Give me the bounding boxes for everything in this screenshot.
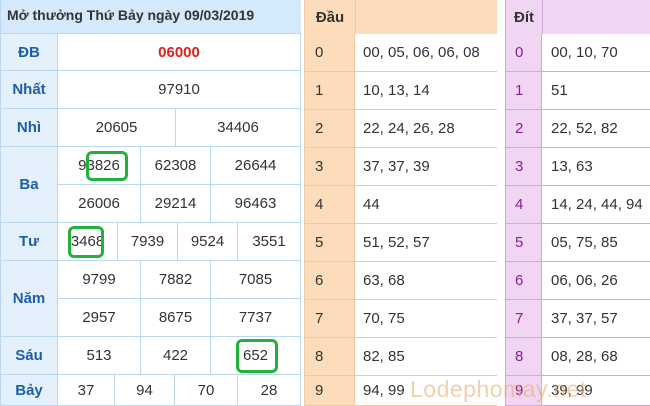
dau-header-label: Đầu [305,0,356,34]
label-bay: Bảy [1,375,58,406]
dau-values: 51, 52, 57 [355,224,497,262]
dau-key: 3 [305,148,355,186]
dit-values: 51 [542,72,650,110]
prize-nam-3: 7085 [211,261,301,299]
label-ba: Ba [1,147,58,223]
dau-values: 10, 13, 14 [355,72,497,110]
dit-key: 6 [506,262,542,300]
dau-key: 9 [305,376,355,406]
dit-values: 14, 24, 44, 94 [542,186,650,224]
dit-header-label: Đít [506,0,543,34]
dit-values: 06, 06, 26 [542,262,650,300]
prize-nam-2: 7882 [141,261,211,299]
prize-ba-2: 62308 [141,147,211,185]
highlight-box [68,226,104,258]
dit-values: 08, 28, 68 [542,338,650,376]
highlight-box [86,151,128,181]
dau-key: 8 [305,338,355,376]
dau-key: 2 [305,110,355,148]
prize-nhi-2: 34406 [176,109,301,147]
label-nam: Năm [1,261,58,337]
prize-db: 06000 [58,34,301,71]
dit-header: Đít [506,0,650,35]
label-nhat: Nhất [1,71,58,109]
dit-key: 8 [506,338,542,376]
dau-values: 70, 75 [355,300,497,338]
dit-values: 37, 37, 57 [542,300,650,338]
dau-key: 4 [305,186,355,224]
dau-values: 63, 68 [355,262,497,300]
prize-nam-5: 8675 [141,299,211,337]
prize-nam-4: 2957 [58,299,141,337]
dit-values: 13, 63 [542,148,650,186]
prize-nam-6: 7737 [211,299,301,337]
dau-key: 0 [305,34,355,72]
prize-sau-1: 513 [58,337,141,375]
dit-table: Đít 0 00, 10, 70 1 51 2 22, 52, 82 3 13,… [505,0,650,406]
dau-key: 5 [305,224,355,262]
dau-values: 22, 24, 26, 28 [355,110,497,148]
dau-key: 7 [305,300,355,338]
prize-ba-3: 26644 [211,147,301,185]
watermark: Lodephomay.net [410,376,587,402]
results-title: Mở thưởng Thứ Bảy ngày 09/03/2019 [1,0,301,34]
prize-sau-2: 422 [141,337,211,375]
dit-values: 22, 52, 82 [542,110,650,148]
prize-tu-3: 9524 [178,223,238,261]
dau-values: 00, 05, 06, 06, 08 [355,34,497,72]
label-tu: Tư [1,223,58,261]
dau-key: 1 [305,72,355,110]
dit-values: 00, 10, 70 [542,34,650,72]
dau-key: 6 [305,262,355,300]
dau-values: 44 [355,186,497,224]
dau-table: Đầu 0 00, 05, 06, 06, 08 1 10, 13, 14 2 … [304,0,497,406]
dau-values: 37, 37, 39 [355,148,497,186]
prize-bay-3: 70 [175,375,238,406]
prize-tu-4: 3551 [238,223,301,261]
prize-nam-1: 9799 [58,261,141,299]
dit-values: 05, 75, 85 [542,224,650,262]
label-nhi: Nhì [1,109,58,147]
prize-nhat: 97910 [58,71,301,109]
dit-key: 2 [506,110,542,148]
prize-ba-4: 26006 [58,185,141,223]
highlight-box [236,339,278,373]
dau-values: 82, 85 [355,338,497,376]
prize-tu-2: 7939 [118,223,178,261]
dit-key: 1 [506,72,542,110]
results-table: Mở thưởng Thứ Bảy ngày 09/03/2019 ĐB 060… [0,0,301,406]
dit-key: 5 [506,224,542,262]
prize-bay-2: 94 [115,375,175,406]
prize-ba-5: 29214 [141,185,211,223]
label-db: ĐB [1,34,58,71]
dit-key: 3 [506,148,542,186]
dau-header: Đầu [305,0,497,35]
dit-key: 4 [506,186,542,224]
prize-bay-1: 37 [58,375,115,406]
label-sau: Sáu [1,337,58,375]
prize-ba-6: 96463 [211,185,301,223]
prize-bay-4: 28 [238,375,301,406]
dit-key: 0 [506,34,542,72]
dit-key: 7 [506,300,542,338]
prize-nhi-1: 20605 [58,109,176,147]
